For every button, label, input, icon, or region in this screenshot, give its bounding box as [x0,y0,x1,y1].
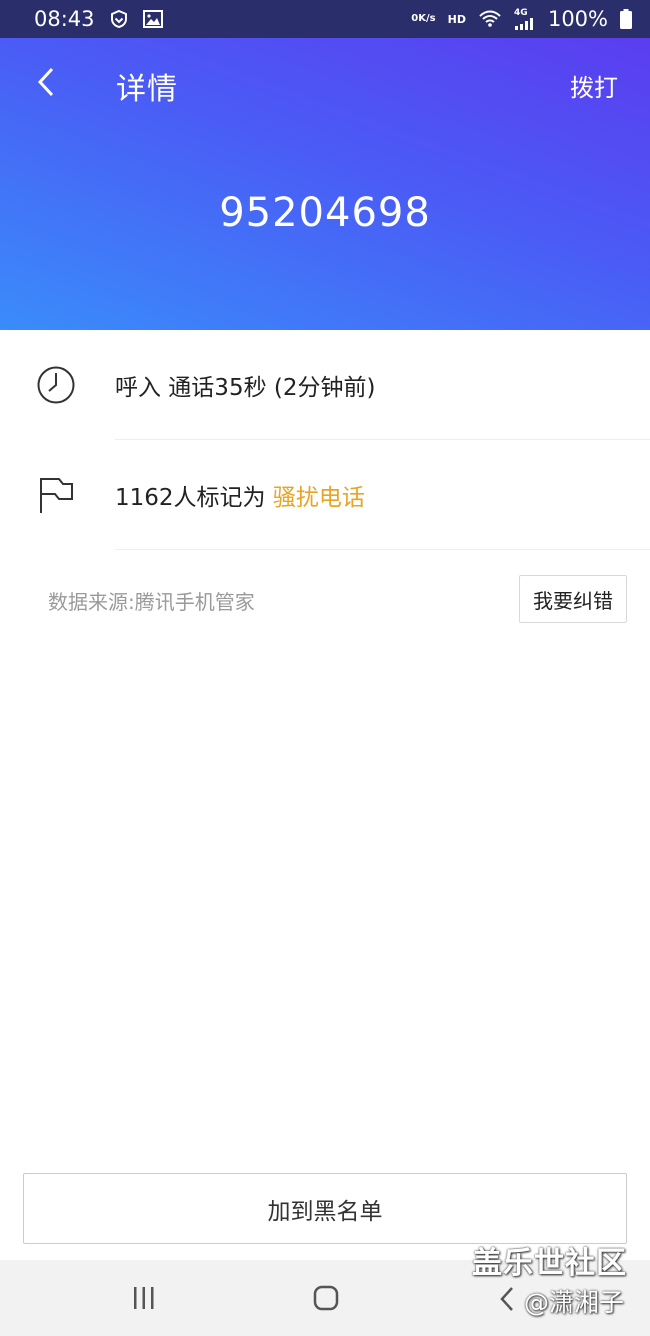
data-source: 数据来源:腾讯手机管家 [48,586,255,615]
detail-header: 详情 拨打 95204698 [0,38,650,330]
back-button[interactable] [30,62,62,102]
chevron-left-icon [37,67,54,97]
network-type: 4G [513,8,528,18]
mark-info-text: 1162人标记为 骚扰电话 [115,478,365,512]
flag-icon [36,475,76,515]
recent-apps-button[interactable] [131,1286,157,1314]
call-info-text: 呼入 通话35秒 (2分钟前) [115,375,376,401]
status-time: 08:43 [34,7,95,31]
add-to-blacklist-button[interactable]: 加到黑名单 [23,1173,627,1244]
watermark-community: 盖乐世社区 [472,1246,627,1281]
data-source-label: 数据来源: [48,590,135,614]
network-speed: 0 K/s [411,13,436,24]
mark-count-text: 1162人标记为 [115,485,273,511]
mark-info-row: 1162人标记为 骚扰电话 [0,440,650,550]
cellular-signal-icon: 4G [514,8,536,30]
phone-number: 95204698 [219,190,431,236]
battery-icon [620,9,632,29]
hd-indicator: HD [447,12,466,26]
report-error-button[interactable]: 我要纠错 [519,575,627,623]
call-info-row: 呼入 通话35秒 (2分钟前) [0,330,650,440]
page-title: 详情 [116,72,178,107]
harass-tag: 骚扰电话 [272,485,365,511]
watermark-author: @潇湘子 [524,1288,625,1317]
nav-back-button[interactable] [498,1286,516,1316]
dial-button[interactable]: 拨打 [570,68,618,103]
data-source-provider: 腾讯手机管家 [134,590,255,614]
wifi-icon [478,10,502,28]
chevron-left-icon [500,1287,513,1311]
battery-percent: 100% [547,7,608,31]
shield-icon [109,9,129,29]
clock-icon [36,365,76,405]
home-icon [313,1285,339,1311]
recent-apps-icon [134,1287,154,1309]
divider [115,549,650,550]
home-button[interactable] [313,1285,339,1315]
image-icon [142,10,163,28]
status-bar: 08:43 0 K/s HD 4G 100% [0,0,650,38]
